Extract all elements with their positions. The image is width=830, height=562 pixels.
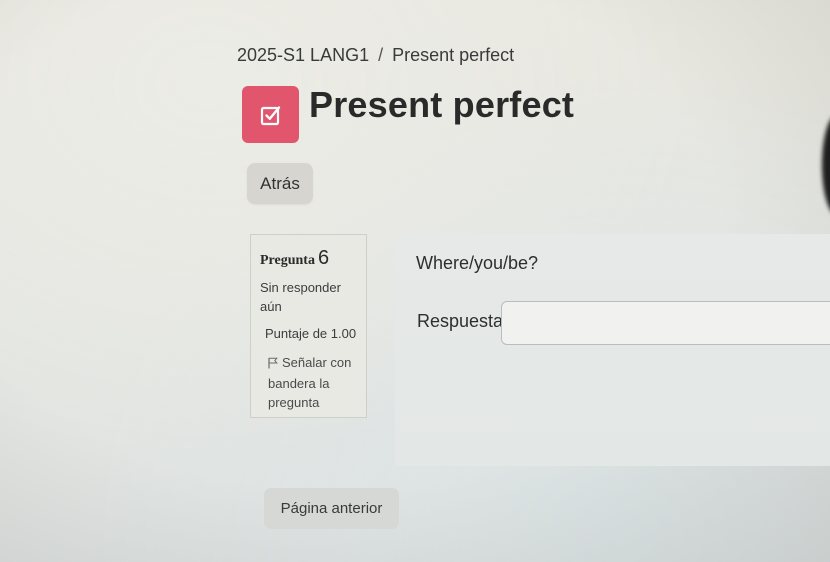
question-heading: Pregunta 6 <box>260 247 358 270</box>
flag-icon <box>268 355 278 374</box>
flag-question-label: Señalar con bandera la pregunta <box>268 355 352 410</box>
breadcrumb-separator: / <box>378 45 384 65</box>
page-title: Present perfect <box>309 83 575 125</box>
back-button[interactable]: Atrás <box>247 163 313 204</box>
question-grade: Puntaje de 1.00 <box>265 326 357 341</box>
question-text: Where/you/be? <box>416 253 539 273</box>
question-number: 6 <box>317 247 330 269</box>
question-label: Pregunta <box>260 253 315 268</box>
question-content: Where/you/be? Respuesta: <box>395 234 830 466</box>
breadcrumb-current[interactable]: Present perfect <box>392 45 514 65</box>
flag-question-link[interactable]: Señalar con bandera la pregunta <box>268 353 358 412</box>
breadcrumb-course-link[interactable]: 2025-S1 LANG1 <box>237 45 369 65</box>
answer-input[interactable] <box>501 301 830 345</box>
previous-page-button[interactable]: Página anterior <box>264 488 399 529</box>
assignment-check-icon <box>242 86 299 143</box>
answer-label: Respuesta: <box>417 311 509 331</box>
breadcrumb: 2025-S1 LANG1 / Present perfect <box>237 45 514 66</box>
page-header: Present perfect <box>242 83 575 143</box>
question-state: Sin responder aún <box>260 280 341 314</box>
question-info-panel: Pregunta 6 Sin responder aún Puntaje de 1… <box>250 234 367 418</box>
edge-shadow <box>822 115 830 215</box>
